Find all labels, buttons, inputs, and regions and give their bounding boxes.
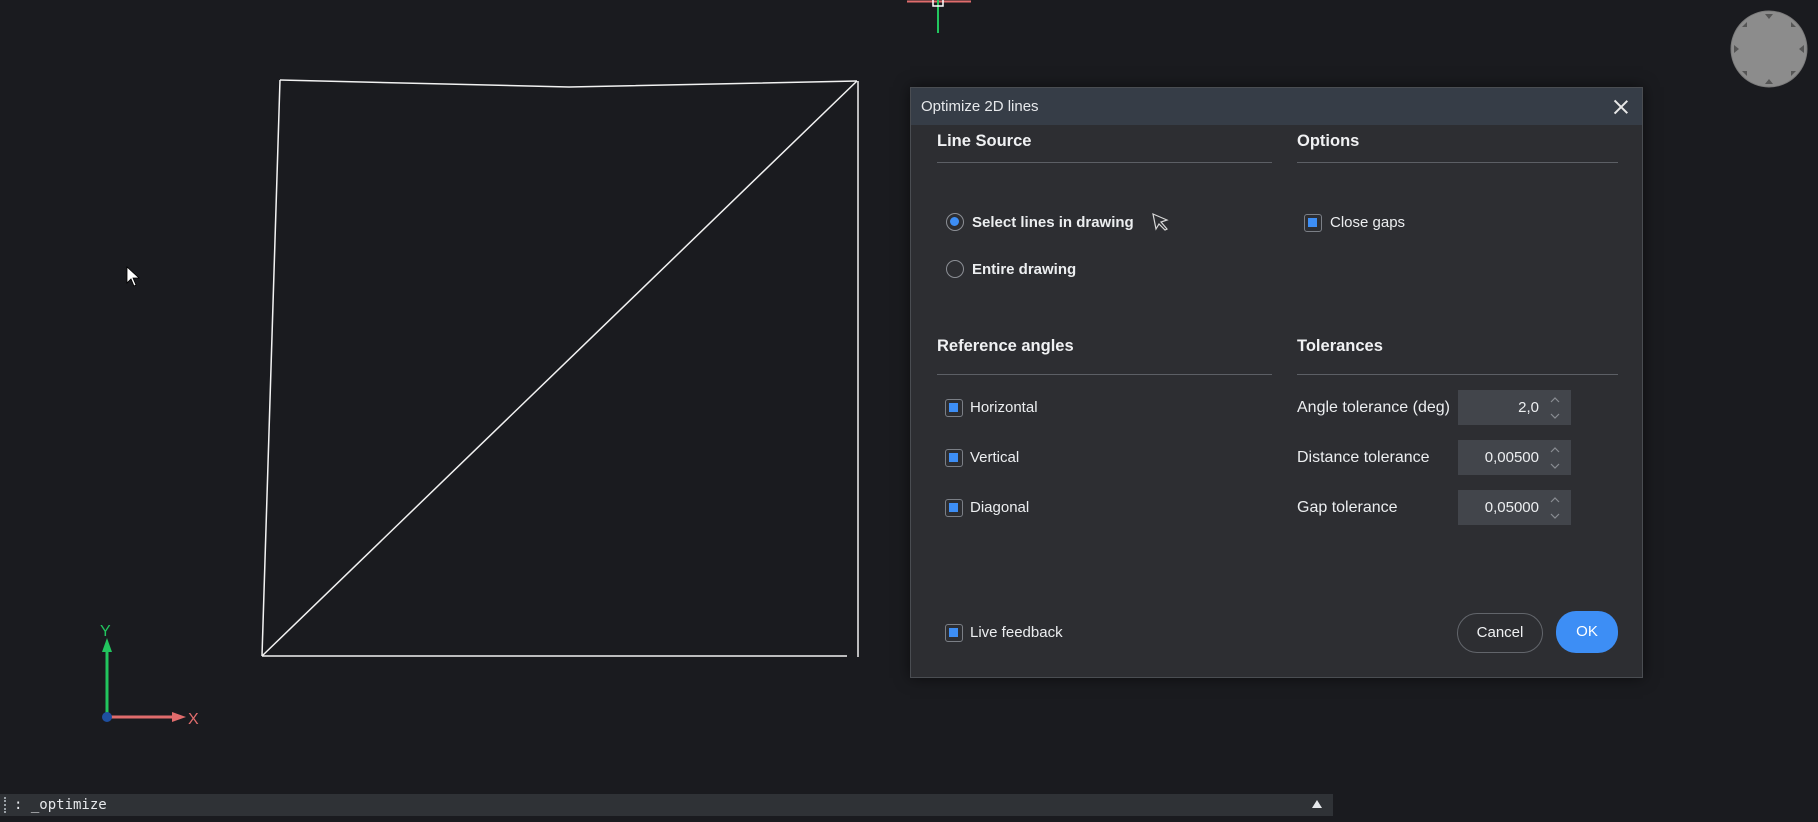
reference-angles-heading: Reference angles <box>937 337 1074 355</box>
distance-tolerance-value[interactable]: 0,00500 <box>1485 449 1539 466</box>
gap-tolerance-spinbox[interactable]: 0,05000 <box>1458 490 1571 525</box>
spin-arrows-icon[interactable] <box>1549 395 1561 421</box>
close-gaps-checkbox[interactable] <box>1304 214 1322 232</box>
horizontal-label[interactable]: Horizontal <box>970 399 1038 416</box>
dialog-titlebar[interactable]: Optimize 2D lines <box>911 88 1642 125</box>
radio-entire-drawing[interactable] <box>946 260 964 278</box>
navigation-wheel[interactable] <box>1730 10 1808 88</box>
y-axis-label: Y <box>100 623 111 640</box>
cancel-button[interactable]: Cancel <box>1457 613 1543 653</box>
diagonal-line[interactable] <box>261 80 858 657</box>
line-source-divider <box>937 162 1272 163</box>
horizontal-checkbox[interactable] <box>945 399 963 417</box>
x-axis-label: X <box>188 711 199 728</box>
close-icon[interactable] <box>1610 96 1632 118</box>
top-edge-line[interactable] <box>279 79 858 88</box>
close-gaps-label[interactable]: Close gaps <box>1330 214 1405 231</box>
drag-grip-icon[interactable] <box>4 797 8 813</box>
radio-select-lines[interactable] <box>946 213 964 231</box>
distance-tolerance-label: Distance tolerance <box>1297 449 1430 466</box>
crosshair-cursor <box>907 0 971 33</box>
line-source-heading: Line Source <box>937 132 1032 150</box>
live-feedback-label[interactable]: Live feedback <box>970 624 1063 641</box>
radio-select-lines-label[interactable]: Select lines in drawing <box>972 214 1134 231</box>
angle-tolerance-spinbox[interactable]: 2,0 <box>1458 390 1571 425</box>
spin-arrows-icon[interactable] <box>1549 495 1561 521</box>
vertical-label[interactable]: Vertical <box>970 449 1019 466</box>
options-heading: Options <box>1297 132 1360 150</box>
angle-tolerance-value[interactable]: 2,0 <box>1518 399 1539 416</box>
reference-angles-divider <box>937 374 1272 375</box>
diagonal-label[interactable]: Diagonal <box>970 499 1029 516</box>
options-divider <box>1297 162 1618 163</box>
radio-entire-drawing-label[interactable]: Entire drawing <box>972 261 1076 278</box>
ucs-axis-icon: Y X <box>100 623 199 728</box>
spin-arrows-icon[interactable] <box>1549 445 1561 471</box>
distance-tolerance-spinbox[interactable]: 0,00500 <box>1458 440 1571 475</box>
live-feedback-checkbox[interactable] <box>945 624 963 642</box>
expand-history-arrow-icon[interactable] <box>1312 800 1322 808</box>
gap-tolerance-value[interactable]: 0,05000 <box>1485 499 1539 516</box>
dialog-title: Optimize 2D lines <box>921 98 1039 115</box>
tolerances-divider <box>1297 374 1618 375</box>
tolerances-heading: Tolerances <box>1297 337 1383 355</box>
gap-tolerance-label: Gap tolerance <box>1297 499 1398 516</box>
drawing-geometry[interactable] <box>261 79 859 657</box>
angle-tolerance-label: Angle tolerance (deg) <box>1297 399 1450 416</box>
diagonal-checkbox[interactable] <box>945 499 963 517</box>
ok-button[interactable]: OK <box>1556 611 1618 653</box>
mouse-pointer-icon <box>126 266 141 287</box>
select-objects-icon[interactable] <box>1151 212 1171 232</box>
command-line-bar[interactable]: : _optimize <box>0 794 1333 816</box>
left-edge-line[interactable] <box>261 79 281 657</box>
command-line-input[interactable]: : _optimize <box>14 797 107 813</box>
optimize-2d-lines-dialog: Optimize 2D lines Line Source Select lin… <box>910 87 1643 678</box>
vertical-checkbox[interactable] <box>945 449 963 467</box>
